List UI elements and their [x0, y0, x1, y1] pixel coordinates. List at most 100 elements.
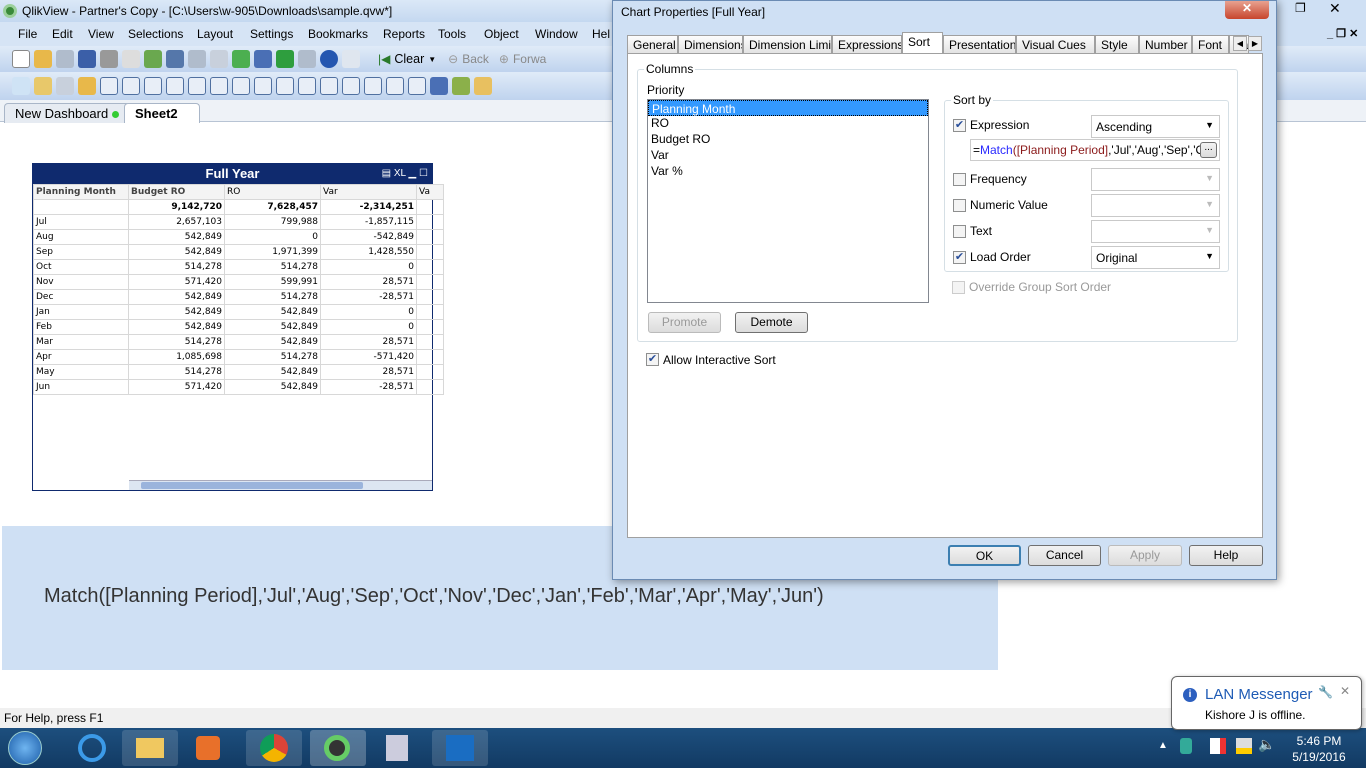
save-icon[interactable] [78, 50, 96, 68]
table-cell[interactable]: 514,278 [128, 364, 225, 380]
volume-icon[interactable]: 🔈 [1258, 736, 1275, 753]
table-cell[interactable]: Jun [33, 379, 129, 395]
slider-icon[interactable] [320, 77, 338, 95]
allow-interactive-sort-checkbox[interactable]: ✔ [646, 353, 659, 366]
sheet-properties-icon[interactable] [78, 77, 96, 95]
table-cell[interactable]: 2,657,103 [128, 214, 225, 230]
frequency-select[interactable]: ▼ [1091, 168, 1220, 191]
frequency-checkbox[interactable] [953, 173, 966, 186]
forward-button[interactable]: Forwa [513, 52, 546, 66]
load-order-select[interactable]: Original ▼ [1091, 246, 1220, 269]
menu-settings[interactable]: Settings [250, 27, 293, 41]
col-header-var[interactable]: Var [320, 184, 417, 200]
table-cell[interactable] [416, 304, 444, 320]
menu-object[interactable]: Object [484, 27, 519, 41]
expression-order-select[interactable]: Ascending ▼ [1091, 115, 1220, 138]
horizontal-scrollbar[interactable] [129, 480, 432, 490]
table-cell[interactable]: 514,278 [128, 259, 225, 275]
tab-sheet2[interactable]: Sheet2 [124, 103, 200, 123]
print-icon[interactable] [100, 50, 118, 68]
col-header-var-pct[interactable]: Va [416, 184, 444, 200]
table-cell[interactable]: 28,571 [320, 364, 417, 380]
new-sheet-icon[interactable] [12, 77, 30, 95]
expression-editor-button[interactable]: ... [1200, 142, 1217, 158]
table-cell[interactable] [416, 259, 444, 275]
table-cell[interactable]: 542,849 [128, 319, 225, 335]
priority-list[interactable]: Planning Month RO Budget RO Var Var % [647, 99, 929, 303]
list-item[interactable]: Var [648, 148, 928, 164]
notification-balloon[interactable]: i LAN Messenger 🔧 ✕ Kishore J is offline… [1171, 676, 1362, 730]
table-cell[interactable]: May [33, 364, 129, 380]
table-cell[interactable]: 1,971,399 [224, 244, 321, 260]
clear-button[interactable]: Clear [394, 52, 424, 66]
table-cell[interactable] [416, 289, 444, 305]
table-cell[interactable]: 542,849 [128, 304, 225, 320]
demote-button[interactable]: Demote [735, 312, 808, 333]
restore-icon[interactable]: ❐ [1295, 1, 1306, 15]
text-select[interactable]: ▼ [1091, 220, 1220, 243]
mdi-controls-icon[interactable]: _ ❐ ✕ [1327, 27, 1358, 40]
menu-layout[interactable]: Layout [197, 27, 233, 41]
table-cell[interactable]: 28,571 [320, 274, 417, 290]
reload-data-icon[interactable] [144, 50, 162, 68]
table-cell[interactable]: -28,571 [320, 379, 417, 395]
tab-expressions[interactable]: Expressions [832, 35, 902, 54]
menu-bookmarks[interactable]: Bookmarks [308, 27, 368, 41]
list-item[interactable]: Budget RO [648, 132, 928, 148]
table-cell[interactable]: 542,849 [224, 304, 321, 320]
close-icon[interactable]: ✕ [1340, 684, 1350, 698]
help-icon[interactable] [320, 50, 338, 68]
menu-tools[interactable]: Tools [438, 27, 466, 41]
align-icon[interactable] [474, 77, 492, 95]
table-cell[interactable]: 1,428,550 [320, 244, 417, 260]
qlikview-taskbar-icon[interactable] [310, 730, 366, 766]
table-cell[interactable]: -542,849 [320, 229, 417, 245]
table-cell[interactable]: Nov [33, 274, 129, 290]
network-icon[interactable] [1236, 738, 1252, 754]
tab-font[interactable]: Font [1192, 35, 1229, 54]
redo-icon[interactable] [188, 50, 206, 68]
tab-dimension-limits[interactable]: Dimension Limits [743, 35, 832, 54]
table-cell[interactable]: 514,278 [128, 334, 225, 350]
current-selections-icon[interactable] [232, 77, 250, 95]
tab-number[interactable]: Number [1139, 35, 1192, 54]
menu-file[interactable]: File [18, 27, 37, 41]
table-cell[interactable]: 0 [320, 304, 417, 320]
list-box-icon[interactable] [100, 77, 118, 95]
maximize-icon[interactable]: ☐ [419, 168, 428, 179]
table-cell[interactable]: 542,849 [224, 379, 321, 395]
text-object-icon[interactable] [276, 77, 294, 95]
table-cell[interactable]: 0 [320, 259, 417, 275]
scrollbar-thumb[interactable] [141, 482, 363, 489]
table-cell[interactable] [416, 319, 444, 335]
new-icon[interactable] [12, 50, 30, 68]
table-cell[interactable] [416, 364, 444, 380]
table-cell[interactable] [416, 349, 444, 365]
edit-script-icon[interactable] [122, 50, 140, 68]
table-box-icon[interactable] [144, 77, 162, 95]
table-cell[interactable] [416, 214, 444, 230]
ok-button[interactable]: OK [948, 545, 1021, 566]
explorer-icon[interactable] [122, 730, 178, 766]
table-cell[interactable]: 1,085,698 [128, 349, 225, 365]
tab-new-dashboard[interactable]: New Dashboard [4, 103, 130, 123]
table-cell[interactable]: 542,849 [128, 244, 225, 260]
load-order-checkbox[interactable]: ✔ [953, 251, 966, 264]
table-cell[interactable] [416, 334, 444, 350]
tab-sort[interactable]: Sort [902, 32, 943, 54]
menu-help[interactable]: Hel [592, 27, 610, 41]
table-cell[interactable] [416, 244, 444, 260]
outlook-icon[interactable] [432, 730, 488, 766]
table-cell[interactable]: Feb [33, 319, 129, 335]
table-cell[interactable]: 542,849 [224, 319, 321, 335]
table-cell[interactable]: 542,849 [128, 289, 225, 305]
help-button[interactable]: Help [1189, 545, 1263, 566]
table-cell[interactable] [416, 229, 444, 245]
reload-icon[interactable] [56, 50, 74, 68]
table-cell[interactable] [416, 379, 444, 395]
table-cell[interactable]: 599,991 [224, 274, 321, 290]
statistics-box-icon[interactable] [122, 77, 140, 95]
table-cell[interactable]: 542,849 [224, 364, 321, 380]
sort-expression-input[interactable]: =Match([Planning Period],'Jul','Aug','Se… [970, 139, 1220, 161]
line-arrow-icon[interactable] [298, 77, 316, 95]
